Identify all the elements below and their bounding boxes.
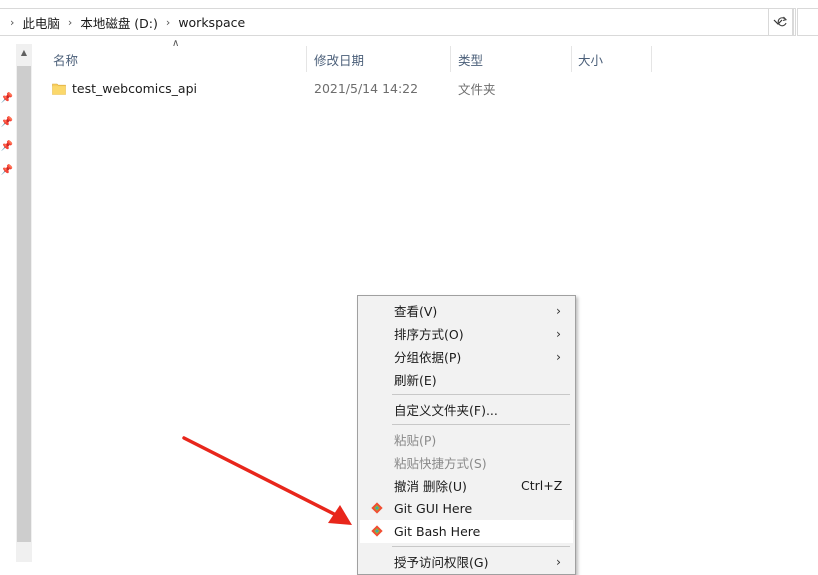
column-divider[interactable] [651, 46, 652, 72]
column-divider[interactable] [450, 46, 451, 72]
file-name[interactable]: test_webcomics_api [72, 81, 197, 96]
chevron-right-icon: › [556, 303, 561, 318]
menu-item-shortcut: Ctrl+Z [521, 478, 563, 493]
column-header-name[interactable]: 名称 [53, 46, 78, 72]
chevron-right-icon[interactable]: › [166, 16, 170, 29]
git-icon [371, 525, 383, 537]
menu-item-label: 撤消 删除(U) [394, 479, 467, 494]
menu-item-label: 分组依据(P) [394, 350, 462, 365]
pin-icon: 📌 [0, 164, 14, 176]
pin-icon: 📌 [0, 92, 14, 104]
sort-ascending-icon: ∧ [172, 38, 180, 49]
menu-item-label: 排序方式(O) [394, 327, 464, 342]
pin-icon: 📌 [0, 140, 14, 152]
context-menu: 查看(V) › 排序方式(O) › 分组依据(P) › 刷新(E) 自定义文件夹… [357, 295, 576, 575]
chevron-right-icon: › [556, 349, 561, 364]
menu-item-sort-by[interactable]: 排序方式(O) › [360, 322, 573, 345]
scroll-up-arrow-icon[interactable]: ▲ [16, 44, 32, 60]
menu-item-customize-folder[interactable]: 自定义文件夹(F)... [360, 398, 573, 421]
file-row[interactable]: test_webcomics_api [52, 77, 197, 99]
column-divider[interactable] [306, 46, 307, 72]
breadcrumb-local-disk[interactable]: 本地磁盘 (D:) [80, 13, 158, 32]
menu-separator [392, 394, 570, 395]
menu-item-label: Git GUI Here [394, 501, 473, 516]
chevron-right-icon: › [556, 326, 561, 341]
chevron-right-icon[interactable]: › [68, 16, 72, 29]
column-header-type[interactable]: 类型 [458, 46, 483, 72]
folder-icon [52, 82, 66, 95]
scrollbar-thumb[interactable] [17, 66, 31, 542]
menu-item-paste-shortcut: 粘贴快捷方式(S) [360, 451, 573, 474]
menu-item-git-bash-here[interactable]: Git Bash Here [360, 520, 573, 543]
breadcrumb: › 此电脑 › 本地磁盘 (D:) › workspace [6, 9, 245, 35]
file-modified-date: 2021/5/14 14:22 [314, 80, 419, 96]
file-type: 文件夹 [458, 81, 496, 97]
menu-item-view[interactable]: 查看(V) › [360, 299, 573, 322]
menu-item-group-by[interactable]: 分组依据(P) › [360, 345, 573, 368]
breadcrumb-this-pc[interactable]: 此电脑 [22, 13, 60, 32]
chevron-right-icon: › [10, 15, 15, 29]
menu-separator [392, 424, 570, 425]
menu-item-label: Git Bash Here [394, 524, 481, 539]
menu-item-paste: 粘贴(P) [360, 428, 573, 451]
search-box-edge[interactable] [797, 8, 818, 36]
menu-item-label: 查看(V) [394, 304, 438, 319]
menu-item-git-gui-here[interactable]: Git GUI Here [360, 497, 573, 520]
pin-icon: 📌 [0, 116, 14, 128]
menu-item-refresh[interactable]: 刷新(E) [360, 368, 573, 391]
menu-item-label: 刷新(E) [394, 373, 437, 388]
menu-item-label: 自定义文件夹(F)... [394, 403, 498, 418]
git-icon [371, 502, 383, 514]
menu-item-undo-delete[interactable]: 撤消 删除(U) Ctrl+Z [360, 474, 573, 497]
menu-item-label: 粘贴快捷方式(S) [394, 456, 487, 471]
refresh-button[interactable] [768, 8, 796, 36]
address-bar[interactable]: › 此电脑 › 本地磁盘 (D:) › workspace [0, 8, 794, 36]
column-header-size[interactable]: 大小 [578, 46, 603, 72]
menu-item-label: 粘贴(P) [394, 433, 437, 448]
menu-separator [392, 546, 570, 547]
navigation-pane: 📌 📌 📌 📌 [0, 44, 16, 562]
column-header-modified[interactable]: 修改日期 [314, 46, 364, 72]
breadcrumb-workspace[interactable]: workspace [178, 15, 245, 30]
column-divider[interactable] [571, 46, 572, 72]
refresh-icon [777, 16, 788, 27]
